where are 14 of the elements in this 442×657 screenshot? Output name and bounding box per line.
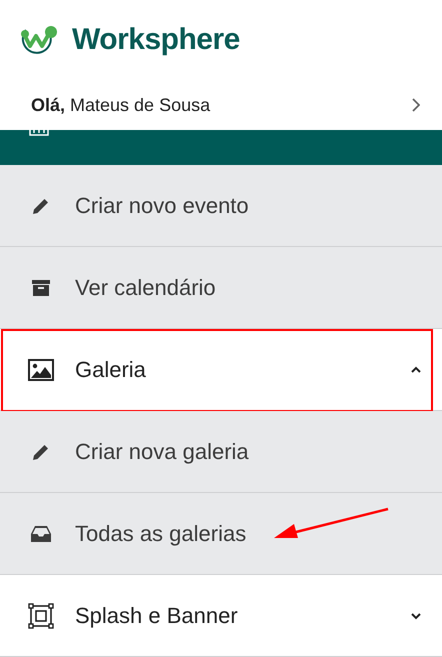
profile-row[interactable]: Olá, Mateus de Sousa bbox=[0, 80, 442, 130]
menu-item[interactable]: Criar novo evento bbox=[0, 165, 442, 246]
greeting-text: Olá, Mateus de Sousa bbox=[31, 94, 210, 116]
chevron-right-icon bbox=[412, 98, 420, 112]
inbox-icon bbox=[31, 524, 51, 542]
menu-item[interactable]: Todas as galerias bbox=[0, 493, 442, 574]
menu-item[interactable]: Criar nova galeria bbox=[0, 411, 442, 492]
menu-item[interactable]: Ver calendário bbox=[0, 247, 442, 328]
archive-icon bbox=[31, 278, 51, 298]
logo-icon bbox=[20, 24, 60, 56]
calendar-icon bbox=[29, 130, 49, 136]
image-icon bbox=[28, 358, 54, 380]
brand-name: Worksphere bbox=[72, 23, 240, 57]
frame-icon bbox=[28, 602, 54, 628]
